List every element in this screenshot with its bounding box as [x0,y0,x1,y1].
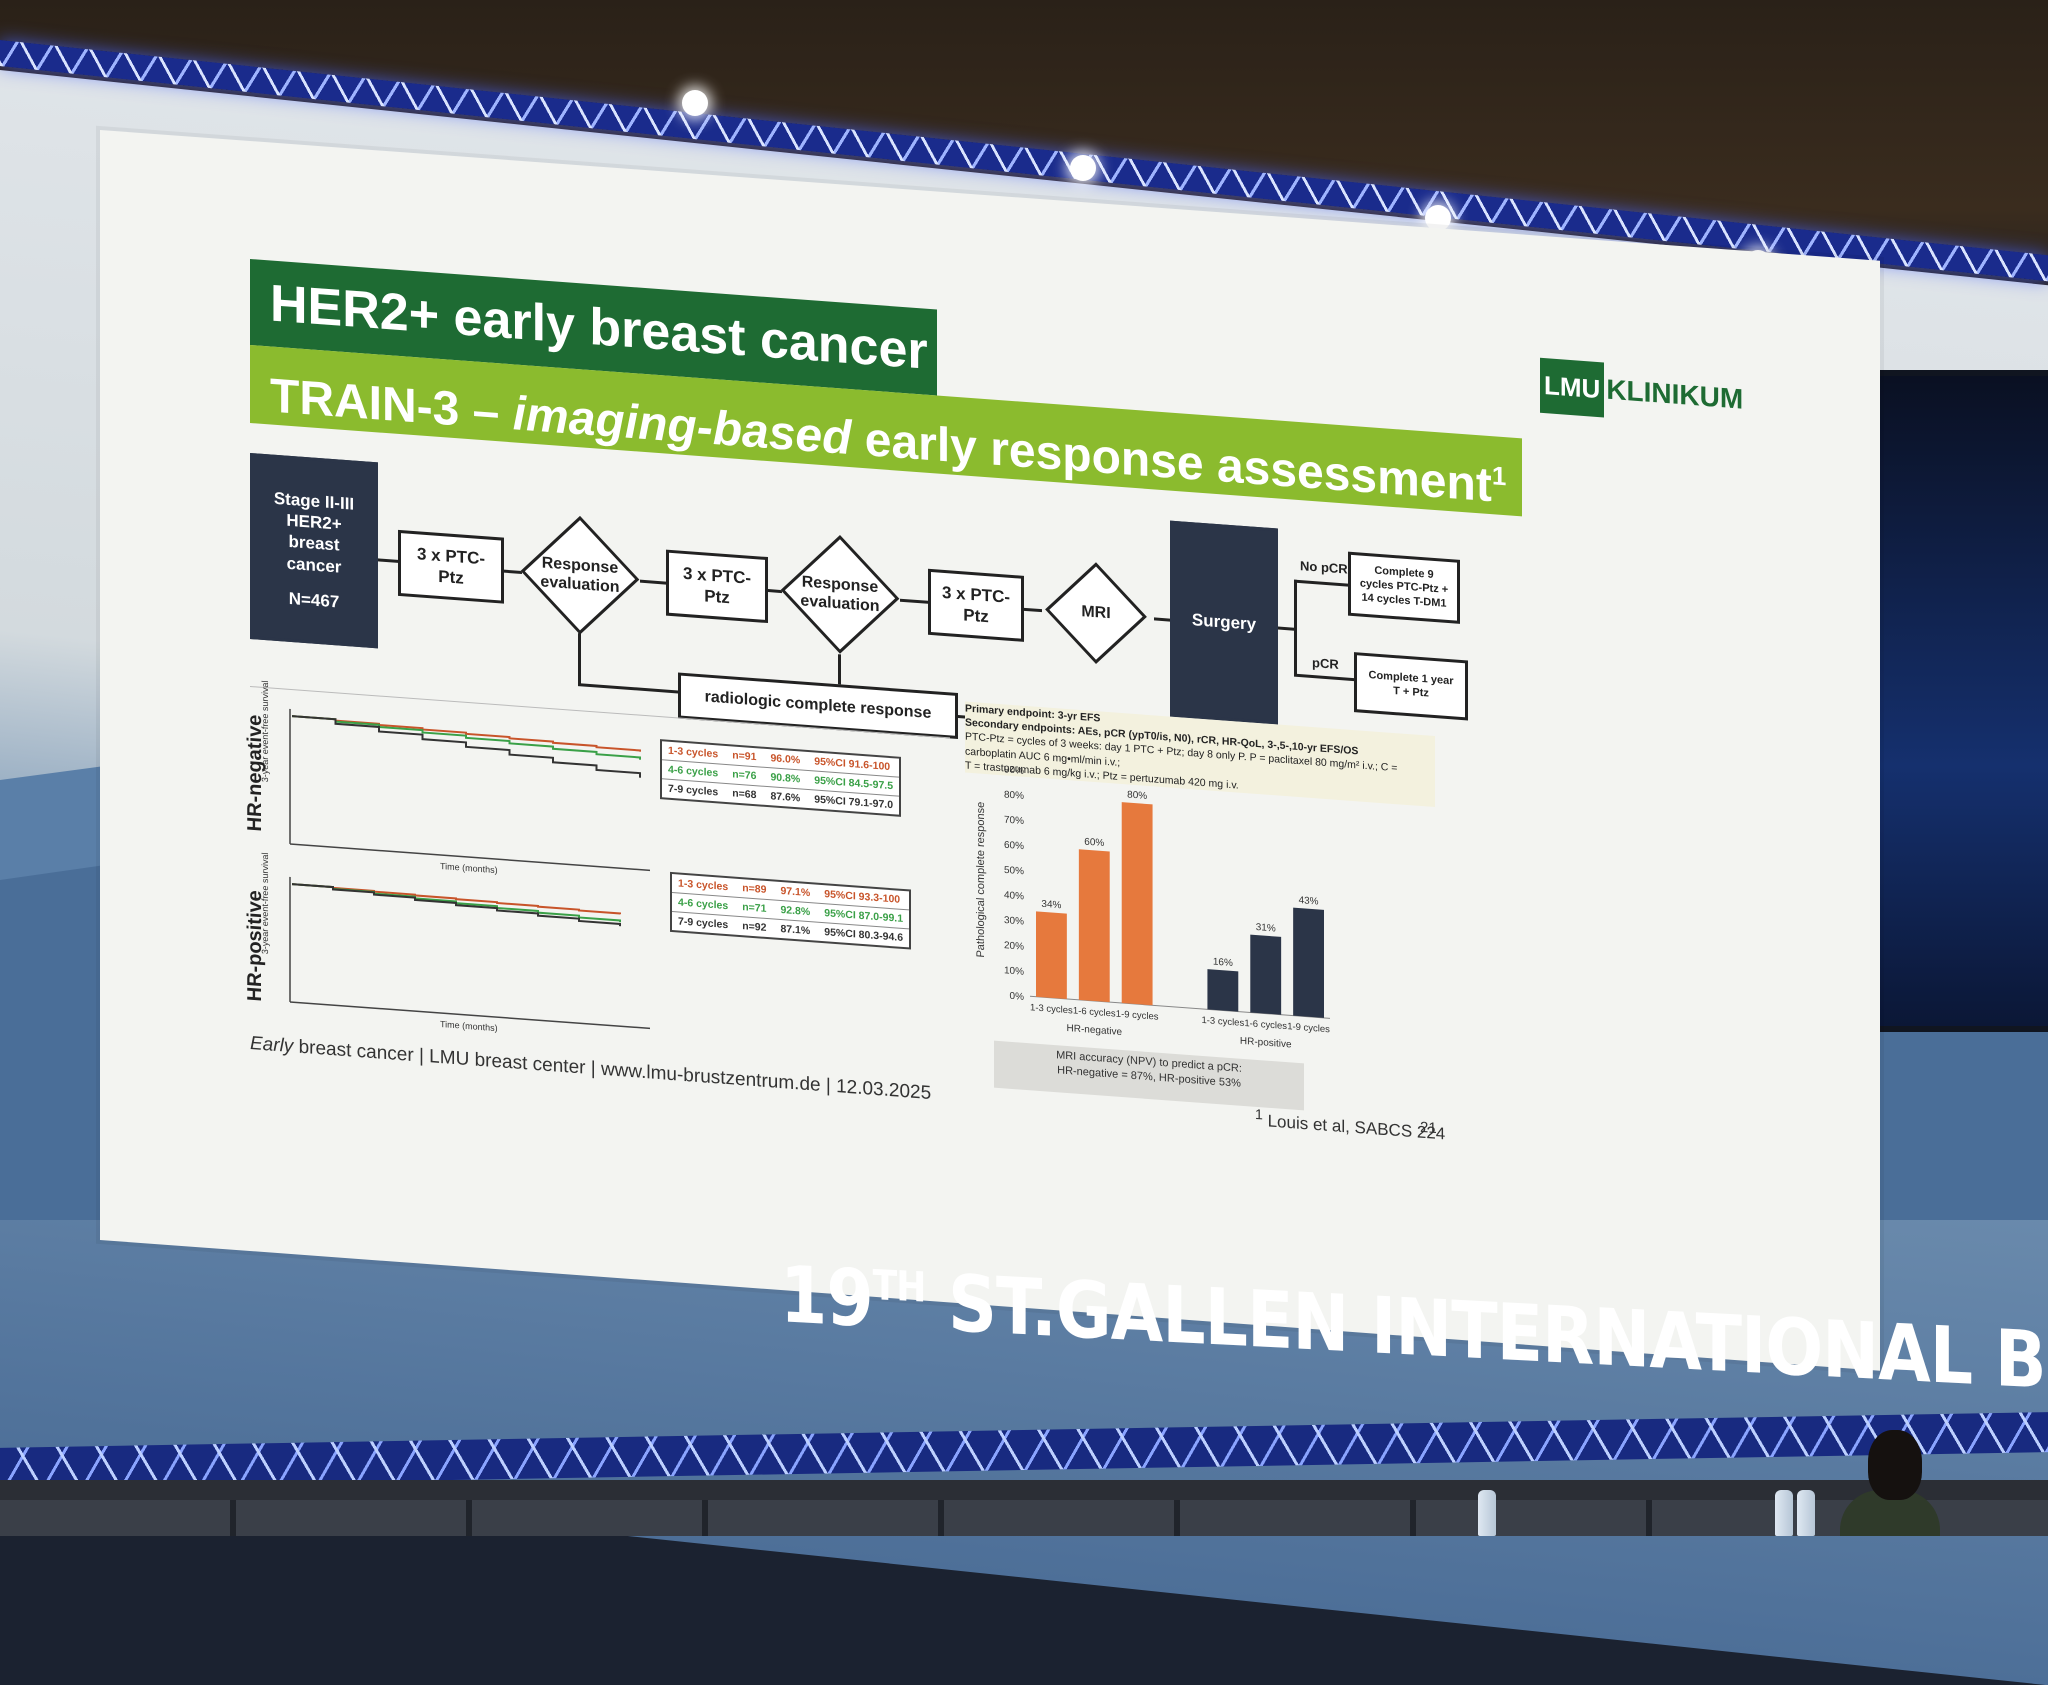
y-tick-label: 40% [1004,890,1024,902]
flow-step2-node: 3 x PTC- Ptz [666,549,768,624]
km-curve [292,715,641,778]
pcr-label: pCR [1312,655,1339,672]
radiologic-response-box: radiologic complete response [678,672,958,740]
bar-value-label: 43% [1299,895,1319,907]
y-axis-label: Pathological complete response [975,801,987,958]
y-tick-label: 50% [1004,865,1024,877]
flow-mri-diamond: MRI [1038,551,1154,676]
bar-value-label: 16% [1213,957,1233,969]
pcr-bar-chart: 0% 10% 20% 30% 40% 50% 60% 70% 80% 90% Pathologica… [975,764,1330,1051]
lmu-klinikum-logo: LMU KLINIKUM [1540,356,1743,429]
slide-reference: 1 Louis et al, SABCS 224 [1255,1106,1446,1144]
km-neg-y-axis: 3-year event-free survival [260,680,270,783]
x-tick-label: 1-3 cycles [1202,1015,1245,1029]
y-tick-label: 80% [1004,790,1024,802]
water-bottle [1797,1490,1815,1536]
x-tick-label: 1-3 cycles [1030,1002,1073,1016]
x-tick-label: 1-6 cycles [1073,1005,1116,1019]
km-positive-legend: 1-3 cycles n=89 97.1% 95%CI 93.3-100 4-6 cy… [670,871,912,950]
flow-step3-node: 3 x PTC- Ptz [928,568,1024,642]
km-curve [292,883,621,927]
flow-eval2-diamond: Response evaluation [780,530,900,659]
km-positive-plot [289,876,650,1030]
group-label: HR-negative [1067,1023,1123,1038]
speaker-head [1868,1430,1922,1500]
y-tick-label: 20% [1004,940,1024,952]
spotlight [682,90,708,116]
flow-start-node: Stage II-III HER2+ breast cancer N=467 [250,453,378,649]
km-curve [292,715,641,760]
pcr-bar [1036,911,1067,1000]
bar-value-label: 60% [1084,837,1104,849]
slide-footer: Early breast cancer | LMU breast center … [250,1033,932,1105]
panel-desk [0,1500,2048,1536]
km-pos-y-axis: 3-year event-free survival [260,852,270,955]
x-tick-label: 1-6 cycles [1244,1018,1287,1032]
water-bottle [1478,1490,1496,1536]
km-negative-legend: 1-3 cycles n=91 96.0% 95%CI 91.6-100 4-6 cy… [660,739,902,817]
slide-page-number: 21 [1420,1118,1437,1138]
y-tick-label: 30% [1004,915,1024,927]
y-tick-label: 10% [1004,965,1024,977]
pcr-outcome-box: Complete 1 year T + Ptz [1354,652,1468,721]
group-label: HR-positive [1240,1036,1292,1051]
y-tick-label: 0% [1010,991,1025,1003]
x-tick-label: 1-9 cycles [1287,1021,1330,1035]
y-tick-label: 70% [1004,815,1024,827]
y-tick-label: 60% [1004,840,1024,852]
flow-eval1-diamond: Response evaluation [520,511,640,640]
bar-value-label: 31% [1256,922,1276,934]
y-tick-label: 90% [1004,764,1024,776]
bar-value-label: 80% [1127,790,1147,802]
pcr-bar [1121,802,1153,1006]
presentation-slide: HER2+ early breast cancer TRAIN-3 – imag… [100,130,1880,1371]
bar-value-label: 34% [1041,899,1061,911]
pcr-bar [1078,849,1110,1003]
no-pcr-outcome-box: Complete 9 cycles PTC-Ptz +14 cycles T-DM… [1348,551,1460,624]
x-tick-label: 1-9 cycles [1116,1009,1159,1023]
km-negative-plot [289,708,650,872]
side-screen [1870,370,2048,1032]
spotlight [1070,155,1096,181]
water-bottle [1775,1490,1793,1536]
flow-surgery-node: Surgery [1170,520,1278,725]
pcr-bar [1207,969,1239,1012]
flow-step1-node: 3 x PTC- Ptz [398,529,504,604]
pcr-bar [1250,934,1282,1015]
no-pcr-label: No pCR [1300,558,1348,577]
pcr-bar [1293,907,1324,1018]
